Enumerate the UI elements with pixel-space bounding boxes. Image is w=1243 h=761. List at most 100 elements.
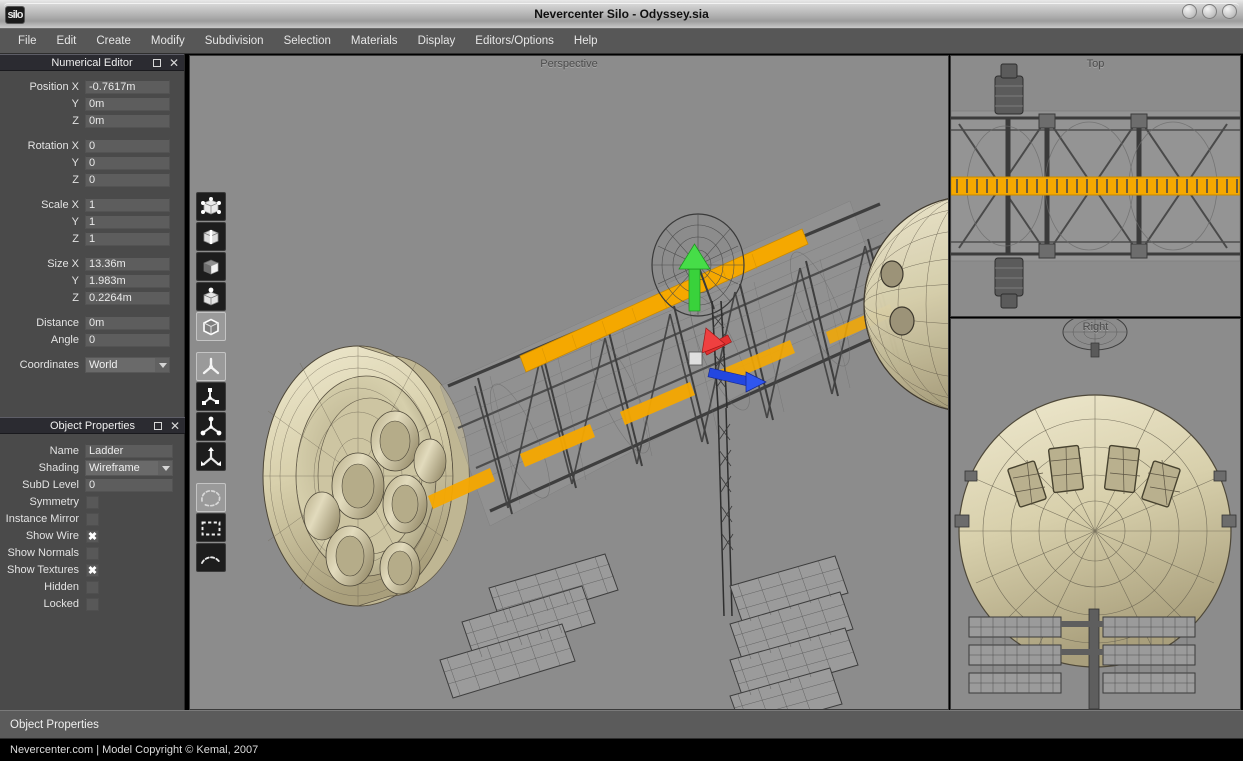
- face-select-icon: [200, 256, 222, 278]
- input-position-z[interactable]: 0m: [85, 114, 170, 128]
- menu-display[interactable]: Display: [408, 32, 466, 50]
- input-rotation-z[interactable]: 0: [85, 173, 170, 187]
- select-coordinates[interactable]: World: [85, 357, 170, 373]
- input-scale-x[interactable]: 1: [85, 198, 170, 212]
- field-hidden: Hidden: [0, 579, 185, 595]
- label-show-normals: Show Normals: [0, 547, 85, 559]
- input-size-z[interactable]: 0.2264m: [85, 291, 170, 305]
- field-angle: Angle 0: [0, 332, 184, 348]
- numerical-editor-maximize-icon[interactable]: [153, 57, 163, 69]
- status-bar: Object Properties: [0, 710, 1243, 739]
- field-symmetry: Symmetry: [0, 494, 185, 510]
- viewport-top-label: Top: [951, 58, 1240, 70]
- menu-subdivision[interactable]: Subdivision: [195, 32, 274, 50]
- window-controls: [1182, 4, 1237, 19]
- label-rotation-z: Z: [0, 174, 85, 186]
- menu-file[interactable]: File: [8, 32, 47, 50]
- numerical-editor-body: Position X -0.7617m Y 0m Z 0m Rotation X…: [0, 71, 184, 373]
- object-properties-close-icon[interactable]: ✕: [170, 420, 180, 432]
- manipulator-move-icon: [200, 386, 222, 408]
- close-button[interactable]: [1222, 4, 1237, 19]
- object-properties-maximize-icon[interactable]: [154, 420, 164, 432]
- menu-create[interactable]: Create: [86, 32, 141, 50]
- perspective-3d-scene: [190, 56, 948, 709]
- label-coordinates: Coordinates: [0, 359, 85, 371]
- status-text: Object Properties: [10, 719, 99, 731]
- point-select-button[interactable]: [196, 282, 226, 311]
- input-subd-level[interactable]: 0: [85, 478, 173, 492]
- numerical-editor-close-icon[interactable]: ✕: [169, 57, 179, 69]
- menu-selection[interactable]: Selection: [274, 32, 341, 50]
- field-distance: Distance 0m: [0, 315, 184, 331]
- checkbox-show-textures[interactable]: [86, 564, 99, 577]
- label-size-y: Y: [0, 275, 85, 287]
- menu-editors-options[interactable]: Editors/Options: [465, 32, 564, 50]
- truss-structure: [440, 201, 912, 526]
- input-object-name[interactable]: Ladder: [85, 444, 173, 458]
- field-position-z: Z 0m: [0, 113, 184, 129]
- input-position-y[interactable]: 0m: [85, 97, 170, 111]
- selection-mode-toolbar: [196, 192, 226, 342]
- input-scale-y[interactable]: 1: [85, 215, 170, 229]
- rectangle-select-button[interactable]: [196, 513, 226, 542]
- label-symmetry: Symmetry: [0, 496, 85, 508]
- label-position-x: Position X: [0, 81, 85, 93]
- lasso-select-button[interactable]: [196, 483, 226, 512]
- select-shading-value: Wireframe: [89, 462, 140, 474]
- manipulator-none-button[interactable]: [196, 352, 226, 381]
- manipulator-move-button[interactable]: [196, 382, 226, 411]
- viewport-perspective[interactable]: Perspective: [189, 55, 949, 710]
- menu-bar: File Edit Create Modify Subdivision Sele…: [0, 29, 1243, 54]
- maximize-button[interactable]: [1202, 4, 1217, 19]
- face-select-button[interactable]: [196, 252, 226, 281]
- checkbox-show-wire[interactable]: [86, 530, 99, 543]
- viewport-top[interactable]: Top: [950, 55, 1241, 317]
- manipulator-scale-button[interactable]: [196, 442, 226, 471]
- menu-edit[interactable]: Edit: [47, 32, 87, 50]
- label-hidden: Hidden: [0, 581, 85, 593]
- vertex-select-button[interactable]: [196, 192, 226, 221]
- left-panel-column: Numerical Editor ✕ Position X -0.7617m Y…: [0, 54, 185, 710]
- input-scale-z[interactable]: 1: [85, 232, 170, 246]
- field-size-x: Size X 13.36m: [0, 256, 184, 272]
- object-select-button[interactable]: [196, 312, 226, 341]
- checkbox-instance-mirror[interactable]: [86, 513, 99, 526]
- label-size-x: Size X: [0, 258, 85, 270]
- input-rotation-y[interactable]: 0: [85, 156, 170, 170]
- label-rotation-y: Y: [0, 157, 85, 169]
- checkbox-symmetry[interactable]: [86, 496, 99, 509]
- point-select-icon: [200, 286, 222, 308]
- input-size-y[interactable]: 1.983m: [85, 274, 170, 288]
- menu-help[interactable]: Help: [564, 32, 608, 50]
- menu-materials[interactable]: Materials: [341, 32, 408, 50]
- input-rotation-x[interactable]: 0: [85, 139, 170, 153]
- manipulator-scale-icon: [200, 446, 222, 468]
- menu-modify[interactable]: Modify: [141, 32, 195, 50]
- label-angle: Angle: [0, 334, 85, 346]
- edge-select-button[interactable]: [196, 222, 226, 251]
- arc-select-button[interactable]: [196, 543, 226, 572]
- object-properties-header: Object Properties ✕: [0, 417, 185, 434]
- field-scale-y: Y 1: [0, 214, 184, 230]
- input-distance[interactable]: 0m: [85, 316, 170, 330]
- checkbox-locked[interactable]: [86, 598, 99, 611]
- select-shading[interactable]: Wireframe: [85, 460, 173, 476]
- selected-ladder-top: [951, 177, 1240, 195]
- minimize-button[interactable]: [1182, 4, 1197, 19]
- field-object-name: Name Ladder: [0, 443, 185, 459]
- label-subd-level: SubD Level: [0, 479, 85, 491]
- label-object-name: Name: [0, 445, 85, 457]
- field-shading: Shading Wireframe: [0, 460, 185, 476]
- manipulator-toolbar: [196, 352, 226, 472]
- manipulator-rotate-button[interactable]: [196, 412, 226, 441]
- field-scale-x: Scale X 1: [0, 197, 184, 213]
- input-position-x[interactable]: -0.7617m: [85, 80, 170, 94]
- checkbox-hidden[interactable]: [86, 581, 99, 594]
- checkbox-show-normals[interactable]: [86, 547, 99, 560]
- input-size-x[interactable]: 13.36m: [85, 257, 170, 271]
- input-angle[interactable]: 0: [85, 333, 170, 347]
- viewport-right[interactable]: Right: [950, 318, 1241, 710]
- field-position-x: Position X -0.7617m: [0, 79, 184, 95]
- object-properties-header-buttons: ✕: [154, 420, 180, 432]
- label-scale-y: Y: [0, 216, 85, 228]
